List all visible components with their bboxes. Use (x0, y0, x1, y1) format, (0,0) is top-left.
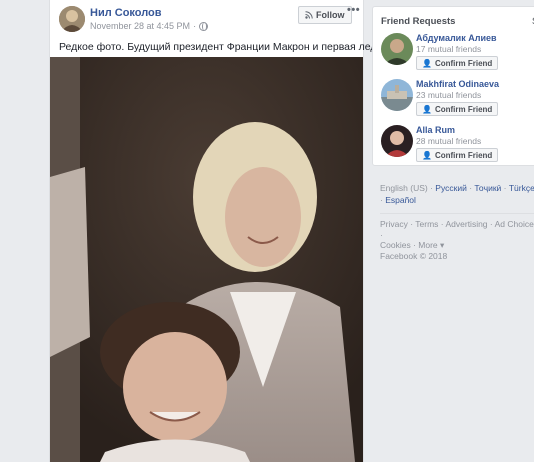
add-friend-icon: 👤 (422, 58, 432, 68)
language-link[interactable]: Türkçe (509, 183, 534, 193)
current-language: English (US) (380, 183, 428, 193)
friend-requests-title: Friend Requests (381, 16, 456, 27)
language-link[interactable]: Русский (435, 183, 467, 193)
friend-avatar[interactable] (381, 79, 413, 111)
confirm-friend-label: Confirm Friend (434, 150, 493, 160)
friend-avatar[interactable] (381, 125, 413, 157)
friend-avatar-image (381, 33, 413, 65)
footer-links: Privacy · Terms · Advertising · Ad Choic… (380, 219, 534, 261)
language-link[interactable]: Тоҷикӣ (474, 183, 501, 193)
post-header: Нил Соколов November 28 at 4:45 PM · Fol… (50, 0, 363, 38)
confirm-friend-label: Confirm Friend (434, 58, 493, 68)
more-options-icon[interactable]: ••• (347, 4, 360, 16)
mutual-friends[interactable]: 28 mutual friends (416, 136, 481, 146)
language-link[interactable]: Español (385, 195, 416, 205)
feed-post: Нил Соколов November 28 at 4:45 PM · Fol… (49, 0, 382, 462)
friend-avatar-image (381, 125, 413, 157)
sidebar-divider (380, 213, 534, 214)
confirm-friend-button[interactable]: 👤 Confirm Friend (416, 56, 499, 70)
footer-line-2[interactable]: Cookies · More ▾ (380, 240, 534, 251)
avatar-image (59, 6, 85, 32)
post-text: Редкое фото. Будущий президент Франции М… (59, 41, 383, 53)
add-friend-icon: 👤 (422, 104, 432, 114)
confirm-friend-button[interactable]: 👤 Confirm Friend (416, 102, 499, 116)
author-name[interactable]: Нил Соколов (90, 7, 162, 19)
friend-name[interactable]: Alla Rum (416, 125, 455, 135)
footer-line-1[interactable]: Privacy · Terms · Advertising · Ad Choic… (380, 219, 534, 240)
confirm-friend-button[interactable]: 👤 Confirm Friend (416, 148, 499, 162)
friend-request-item: Makhfirat Odinaeva 23 mutual friends 👤 C… (381, 79, 531, 124)
friend-request-item: Абдумалик Алиев 17 mutual friends 👤 Conf… (381, 33, 531, 78)
follow-button[interactable]: Follow (298, 6, 352, 24)
language-selector: English (US) · Русский · Тоҷикӣ · Türkçe… (380, 182, 534, 206)
add-friend-icon: 👤 (422, 150, 432, 160)
globe-icon (199, 21, 209, 31)
friend-name[interactable]: Абдумалик Алиев (416, 33, 497, 43)
mutual-friends[interactable]: 17 mutual friends (416, 44, 481, 54)
post-meta: November 28 at 4:45 PM · (90, 21, 209, 31)
friend-avatar[interactable] (381, 33, 413, 65)
footer-copyright: Facebook © 2018 (380, 250, 448, 261)
rss-icon (305, 11, 313, 19)
friend-requests-card: Friend Requests S Абдумалик Алиев 17 mut… (372, 6, 534, 166)
meta-separator: · (193, 21, 197, 31)
author-avatar[interactable] (59, 6, 85, 32)
follow-label: Follow (316, 10, 345, 20)
post-photo[interactable] (50, 57, 363, 462)
confirm-friend-label: Confirm Friend (434, 104, 493, 114)
lang-separator: · (501, 183, 509, 193)
friend-request-item: Alla Rum 28 mutual friends 👤 Confirm Fri… (381, 125, 531, 165)
friend-name[interactable]: Makhfirat Odinaeva (416, 79, 499, 89)
post-timestamp[interactable]: November 28 at 4:45 PM (90, 21, 190, 31)
mutual-friends[interactable]: 23 mutual friends (416, 90, 481, 100)
friend-avatar-image (381, 79, 413, 111)
photo-image (50, 57, 363, 462)
